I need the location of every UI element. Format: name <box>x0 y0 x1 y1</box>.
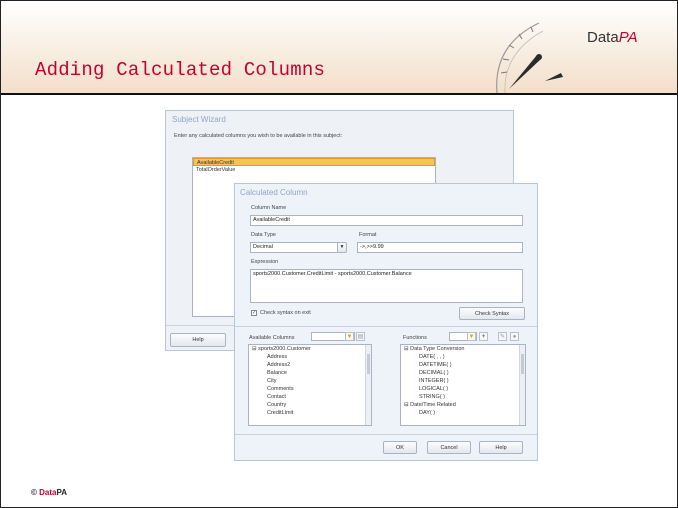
gauge-logo-icon <box>496 22 563 94</box>
available-columns-tree[interactable]: ⊟ sports2000.Customer Address Address2 B… <box>248 344 372 426</box>
filter-icon[interactable]: ▼ <box>345 332 354 341</box>
column-item-creditlimit[interactable]: CreditLimit <box>249 409 371 417</box>
dialog-divider-top <box>235 326 537 327</box>
header-divider <box>1 93 677 95</box>
functions-tree[interactable]: ⊟ Data Type Conversion DATE( , , ) DATET… <box>400 344 526 426</box>
function-item-date[interactable]: DATE( , , ) <box>401 353 525 361</box>
dialog-divider-bottom <box>235 434 537 435</box>
calculated-column-item-availablecredit[interactable]: AvailableCredit <box>193 158 435 166</box>
column-item-balance[interactable]: Balance <box>249 369 371 377</box>
column-item-address2[interactable]: Address2 <box>249 361 371 369</box>
format-input[interactable]: ->,>>9.99 <box>357 242 523 253</box>
expression-input[interactable]: sports2000.Customer.CreditLimit - sports… <box>250 269 523 303</box>
available-columns-label: Available Columns <box>249 335 295 341</box>
function-item-day[interactable]: DAY( ) <box>401 409 525 417</box>
check-syntax-on-exit-label: Check syntax on exit <box>260 310 311 316</box>
chevron-down-icon: ▼ <box>339 244 345 250</box>
expression-label: Expression <box>251 259 279 265</box>
function-item-logical[interactable]: LOGICAL( ) <box>401 385 525 393</box>
function-item-integer[interactable]: INTEGER( ) <box>401 377 525 385</box>
function-item-decimal[interactable]: DECIMAL( ) <box>401 369 525 377</box>
check-syntax-on-exit-checkbox[interactable]: ✓ <box>251 310 257 316</box>
data-type-dropdown-button[interactable]: ▼ <box>337 242 347 253</box>
add-icon[interactable]: + <box>479 332 488 341</box>
column-item-city[interactable]: City <box>249 377 371 385</box>
slide: Adding Calculated Columns DataPA Subject… <box>0 0 678 508</box>
data-type-select[interactable]: Decimal <box>250 242 340 253</box>
functions-scrollbar[interactable] <box>519 345 525 425</box>
brand-logo-text: DataPA <box>587 29 638 46</box>
data-type-value: Decimal <box>253 244 273 250</box>
footer-copyright: © DataPA <box>31 488 67 497</box>
calculated-column-item-totalordervalue[interactable]: TotalOrderValue <box>193 166 435 174</box>
calculated-column-title: Calculated Column <box>240 188 308 197</box>
column-item-contact[interactable]: Contact <box>249 393 371 401</box>
edit-icon[interactable]: ✎ <box>498 332 507 341</box>
column-item-comments[interactable]: Comments <box>249 385 371 393</box>
subject-wizard-help-button[interactable]: Help <box>170 333 226 347</box>
subject-wizard-instruction: Enter any calculated columns you wish to… <box>174 133 343 139</box>
scrollbar-thumb[interactable] <box>521 354 524 374</box>
format-label: Format <box>359 232 377 238</box>
help-button[interactable]: Help <box>479 441 523 454</box>
collapse-icon[interactable]: ▤ <box>356 332 365 341</box>
column-item-address[interactable]: Address <box>249 353 371 361</box>
slide-title: Adding Calculated Columns <box>35 59 326 81</box>
column-name-label: Column Name <box>251 205 287 211</box>
column-name-input[interactable]: AvailableCredit <box>250 215 523 226</box>
function-item-datetime[interactable]: DATETIME( ) <box>401 361 525 369</box>
functions-label: Functions <box>403 335 427 341</box>
column-item-country[interactable]: Country <box>249 401 371 409</box>
calculated-column-dialog: Calculated Column Column Name AvailableC… <box>234 183 538 461</box>
function-group-date-time-related[interactable]: ⊟ Date/Time Related <box>401 401 525 409</box>
function-item-string[interactable]: STRING( ) <box>401 393 525 401</box>
available-columns-scrollbar[interactable] <box>365 345 371 425</box>
cancel-button[interactable]: Cancel <box>427 441 471 454</box>
filter-icon[interactable]: ▼ <box>467 332 476 341</box>
function-group-data-type-conversion[interactable]: ⊟ Data Type Conversion <box>401 345 525 353</box>
ok-button[interactable]: OK <box>383 441 417 454</box>
scrollbar-thumb[interactable] <box>367 354 370 374</box>
subject-wizard-title: Subject Wizard <box>172 115 226 124</box>
delete-icon[interactable]: ● <box>510 332 519 341</box>
check-syntax-button[interactable]: Check Syntax <box>459 307 525 320</box>
data-type-label: Data Type <box>251 232 276 238</box>
tree-root-sports2000-customer[interactable]: ⊟ sports2000.Customer <box>249 345 371 353</box>
